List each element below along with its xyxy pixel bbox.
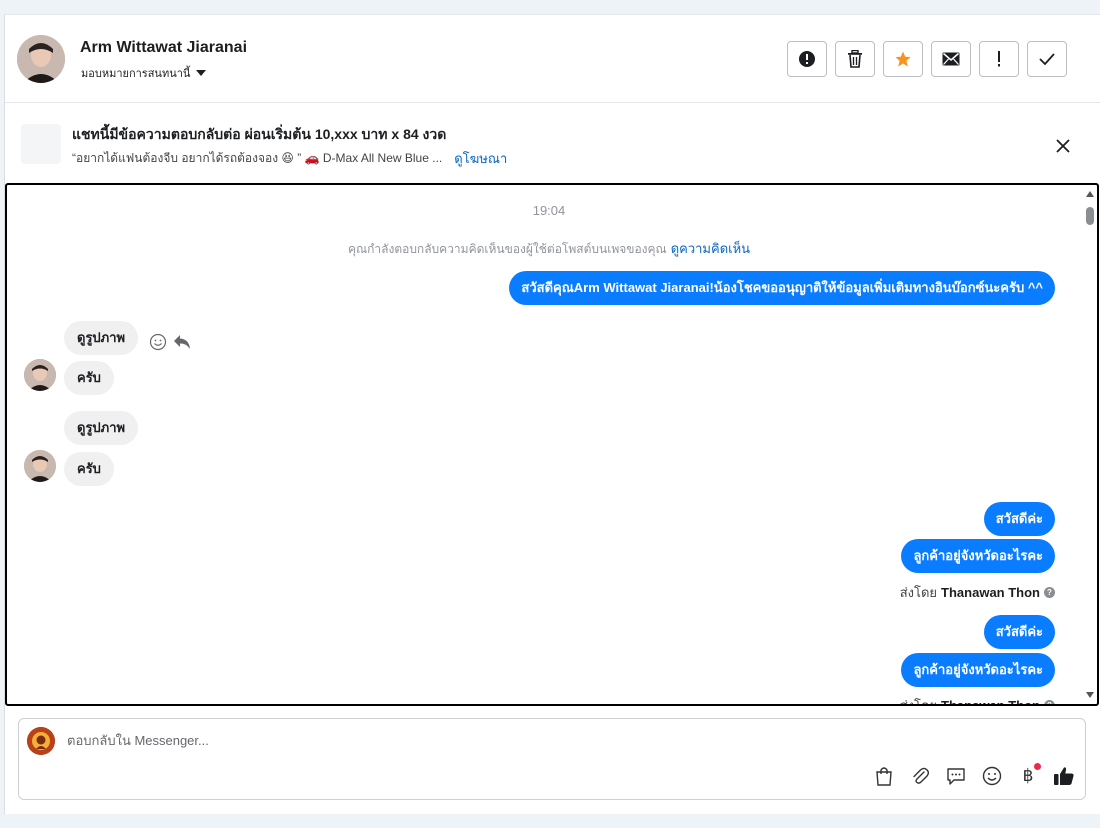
ad-subtitle-text: “อยากได้แฟนต้องจีบ อยากได้รถต้องจอง 😆 ” … [72, 151, 443, 165]
exclamation-icon [998, 51, 1000, 67]
shop-button[interactable] [873, 765, 895, 787]
ad-subtitle: “อยากได้แฟนต้องจีบ อยากได้รถต้องจอง 😆 ” … [72, 148, 507, 169]
message-thread[interactable]: 19:04 คุณกำลังตอบกลับความคิดเห็นของผู้ใช… [5, 183, 1099, 706]
like-button[interactable] [1053, 765, 1075, 787]
emoji-icon [982, 766, 1002, 786]
follow-up-button[interactable] [979, 41, 1019, 77]
notification-dot [1034, 763, 1041, 770]
outgoing-message[interactable]: ลูกค้าอยู่จังหวัดอะไรคะ [901, 539, 1055, 573]
saved-reply-icon [947, 768, 965, 785]
reply-icon[interactable] [173, 334, 191, 350]
outgoing-message[interactable]: สวัสดีค่ะ [983, 502, 1055, 536]
contact-avatar [24, 450, 56, 482]
scroll-down-arrow[interactable] [1086, 692, 1094, 698]
chevron-down-icon [196, 70, 207, 76]
sent-by-prefix: ส่งโดย [899, 698, 938, 706]
sent-by-name: Thanawan Thon [941, 585, 1040, 600]
trash-icon [848, 50, 862, 68]
star-icon [895, 51, 911, 67]
scrollbar[interactable] [1083, 185, 1097, 704]
delete-button[interactable] [835, 41, 875, 77]
sent-by-name: Thanawan Thon [941, 698, 1040, 706]
sent-by-label: ส่งโดย Thanawan Thon ? [899, 695, 1055, 706]
baht-icon: ฿ [1022, 766, 1034, 786]
close-ad-button[interactable] [1051, 134, 1075, 158]
outgoing-message[interactable]: ลูกค้าอยู่จังหวัดอะไรคะ [901, 653, 1055, 687]
outgoing-message-greeting[interactable]: สวัสดีคุณArm Wittawat Jiaranai!น้องโชคขอ… [509, 271, 1055, 305]
view-image-bubble[interactable]: ดูรูปภาพ [64, 411, 139, 445]
scroll-thumb[interactable] [1086, 207, 1094, 225]
help-icon[interactable]: ? [1044, 587, 1055, 598]
conversation-panel: Arm Wittawat Jiaranai มอบหมายการสนทนานี้ [4, 14, 1100, 814]
incoming-message[interactable]: ครับ [64, 452, 114, 486]
message-timestamp: 19:04 [532, 203, 566, 218]
ad-title: แชทนี้มีข้อความตอบกลับต่อ ผ่อนเริ่มต้น 1… [72, 126, 447, 142]
message-input[interactable] [67, 733, 767, 748]
ad-thumbnail [21, 124, 61, 164]
contact-name[interactable]: Arm Wittawat Jiaranai [80, 39, 247, 57]
sent-by-prefix: ส่งโดย [899, 585, 938, 600]
mark-unread-button[interactable] [931, 41, 971, 77]
composer-tools: ฿ [873, 763, 1075, 787]
close-icon [1056, 139, 1070, 153]
bag-icon [876, 767, 892, 786]
conversation-header: Arm Wittawat Jiaranai มอบหมายการสนทนานี้ [5, 15, 1100, 103]
star-button[interactable] [883, 41, 923, 77]
system-message-text: คุณกำลังตอบกลับความคิดเห็นของผู้ใช้ต่อโพ… [347, 242, 667, 256]
assign-conversation-dropdown[interactable]: มอบหมายการสนทนานี้ [81, 64, 207, 82]
like-icon [1054, 767, 1074, 785]
payment-button[interactable]: ฿ [1017, 763, 1041, 787]
outgoing-message[interactable]: สวัสดีค่ะ [983, 615, 1055, 649]
assign-label: มอบหมายการสนทนานี้ [81, 68, 191, 80]
mark-spam-button[interactable] [787, 41, 827, 77]
alert-icon [799, 51, 815, 67]
scroll-up-arrow[interactable] [1086, 191, 1094, 197]
ad-context-bar: แชทนี้มีข้อความตอบกลับต่อ ผ่อนเริ่มต้น 1… [5, 104, 1100, 182]
paperclip-icon [913, 767, 929, 784]
reply-composer: ฿ [18, 718, 1086, 800]
incoming-message[interactable]: ครับ [64, 361, 114, 395]
check-icon [1039, 53, 1055, 65]
system-message: คุณกำลังตอบกลับความคิดเห็นของผู้ใช้ต่อโพ… [7, 238, 1091, 259]
sent-by-label: ส่งโดย Thanawan Thon ? [900, 582, 1055, 603]
attach-button[interactable] [909, 765, 931, 787]
help-icon[interactable]: ? [1044, 700, 1055, 704]
emoji-react-icon[interactable] [149, 333, 167, 351]
contact-avatar [24, 359, 56, 391]
message-actions [149, 333, 191, 351]
view-comment-link[interactable]: ดูความคิดเห็น [671, 241, 750, 256]
saved-replies-button[interactable] [945, 765, 967, 787]
emoji-button[interactable] [981, 765, 1003, 787]
avatar[interactable] [17, 35, 65, 83]
page-avatar [27, 727, 55, 755]
mail-icon [942, 52, 960, 66]
header-actions [787, 41, 1067, 77]
view-ad-link[interactable]: ดูโฆษณา [454, 148, 507, 169]
view-image-bubble[interactable]: ดูรูปภาพ [64, 321, 139, 355]
mark-done-button[interactable] [1027, 41, 1067, 77]
